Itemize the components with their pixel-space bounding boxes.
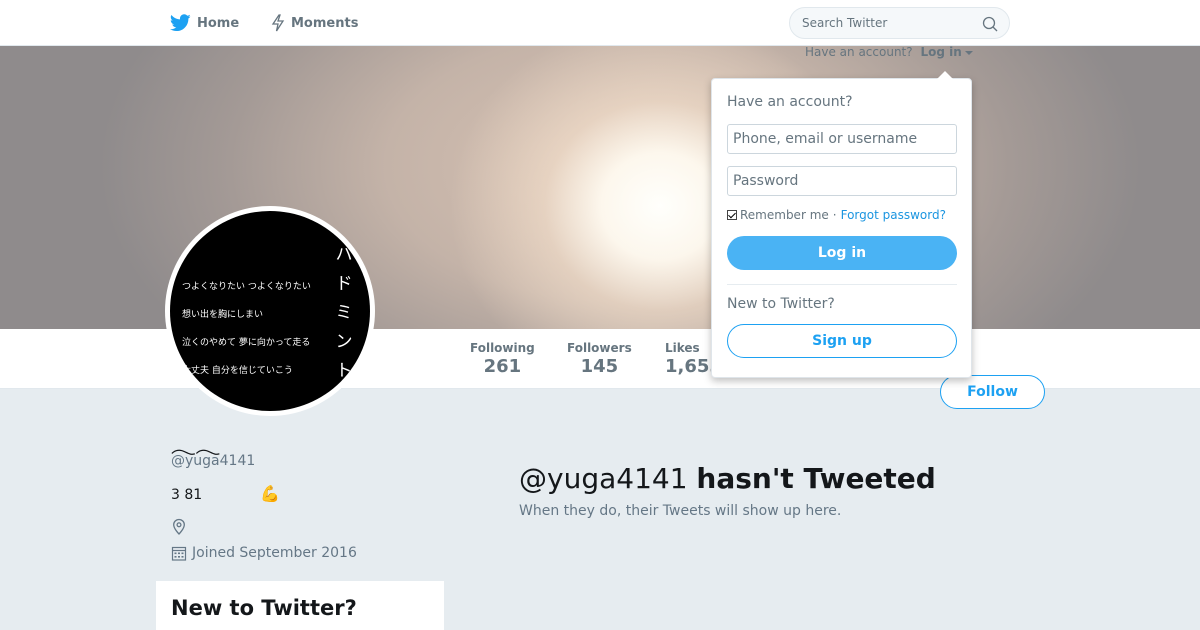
profile-handle[interactable]: @yuga4141 — [171, 453, 255, 469]
stat-value: 261 — [483, 356, 522, 377]
password-field[interactable] — [727, 166, 957, 196]
location-pin-icon — [173, 518, 185, 535]
avatar-image: つよくなりたい つよくなりたい 想い出を胸にしまい 泣くのやめて 夢に向かって走… — [170, 211, 370, 411]
nav-home-label: Home — [197, 15, 240, 31]
profile-location — [171, 518, 187, 540]
search-input[interactable] — [802, 16, 972, 30]
have-account-text: Have an account? — [805, 45, 913, 59]
have-account-prompt: Have an account? Log in — [805, 45, 973, 59]
username-field[interactable] — [727, 124, 957, 154]
avatar-text-line: 大丈夫 自分を信じていこう — [182, 366, 293, 376]
divider — [727, 284, 957, 285]
follow-button[interactable]: Follow — [940, 375, 1045, 409]
search-box — [789, 7, 1010, 39]
stat-followers[interactable]: Followers 145 — [567, 341, 632, 377]
remember-me-checkbox[interactable] — [727, 210, 737, 220]
lightning-icon — [271, 14, 285, 32]
login-dropdown: Have an account? Remember me · Forgot pa… — [711, 71, 972, 378]
nav-moments-label: Moments — [291, 15, 359, 31]
avatar-text-line: 想い出を胸にしまい — [182, 310, 264, 320]
stat-label: Followers — [567, 341, 632, 355]
remember-row: Remember me · Forgot password? — [727, 208, 946, 222]
empty-timeline-message: hasn't Tweeted — [696, 462, 936, 495]
login-dropdown-title: Have an account? — [727, 94, 853, 110]
avatar[interactable]: つよくなりたい つよくなりたい 想い出を胸にしまい 泣くのやめて 夢に向かって走… — [165, 206, 375, 416]
caret-down-icon — [964, 50, 973, 55]
nav-moments[interactable]: Moments — [271, 0, 358, 46]
bio-text: 3 81 — [171, 487, 203, 503]
stat-label: Following — [470, 341, 535, 355]
nav-home[interactable]: Home — [170, 0, 239, 46]
empty-timeline-handle: @yuga4141 — [519, 462, 688, 495]
empty-timeline-subtitle: When they do, their Tweets will show up … — [519, 503, 842, 519]
separator-dot: · — [832, 208, 837, 222]
profile-joined: Joined September 2016 — [171, 545, 357, 561]
stat-value: 145 — [580, 356, 619, 377]
forgot-password-link[interactable]: Forgot password? — [841, 208, 946, 222]
avatar-text-line: 泣くのやめて 夢に向かって走る — [182, 338, 311, 348]
avatar-text-line: つよくなりたい つよくなりたい — [182, 282, 311, 292]
avatar-vertical-text: ハドミント — [335, 245, 353, 381]
login-link-label: Log in — [920, 45, 962, 59]
new-to-twitter-card: New to Twitter? — [156, 581, 444, 630]
remember-me-label[interactable]: Remember me — [740, 208, 829, 222]
empty-timeline-title: @yuga4141 hasn't Tweeted — [519, 462, 936, 495]
new-to-twitter-heading: New to Twitter? — [171, 596, 357, 620]
joined-text: Joined September 2016 — [192, 545, 357, 561]
twitter-bird-icon — [170, 14, 191, 32]
profile-bio: 3 81 💪 — [171, 484, 280, 503]
stat-following[interactable]: Following 261 — [470, 341, 535, 377]
new-to-twitter-label: New to Twitter? — [727, 296, 835, 312]
flexed-biceps-emoji: 💪 — [260, 484, 281, 503]
login-button[interactable]: Log in — [727, 236, 957, 270]
top-nav-bar: Home Moments — [0, 0, 1200, 46]
signup-button[interactable]: Sign up — [727, 324, 957, 358]
login-dropdown-toggle[interactable]: Log in — [920, 45, 973, 59]
calendar-icon — [171, 546, 187, 561]
search-icon[interactable] — [982, 16, 998, 32]
